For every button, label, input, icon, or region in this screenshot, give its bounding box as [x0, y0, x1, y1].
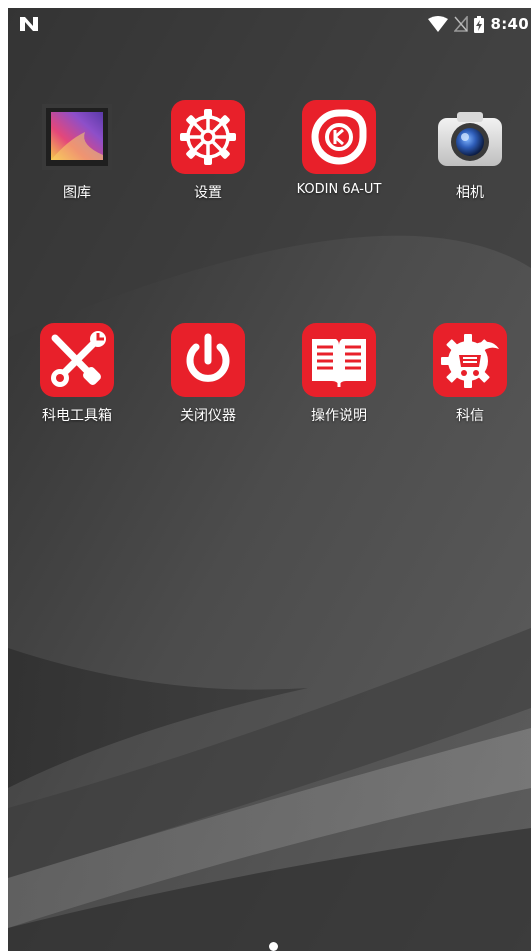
status-clock: 8:40: [490, 15, 529, 33]
toolbox-wrench-screwdriver-icon: [40, 323, 114, 397]
app-label: 设置: [194, 185, 222, 201]
app-label: 图库: [63, 185, 91, 201]
app-gallery[interactable]: 图库: [22, 100, 132, 202]
notification-n-icon: [20, 17, 38, 31]
gallery-icon: [40, 100, 114, 174]
home-screen: 8:40 图库 设置 KODIN 6A-UT 相机 科电工具箱 关闭仪器 操作说…: [8, 8, 531, 951]
app-label: 科信: [456, 408, 484, 424]
status-icons: 8:40: [428, 14, 529, 34]
app-shutdown[interactable]: 关闭仪器: [153, 323, 263, 425]
power-icon: [171, 323, 245, 397]
camera-icon: [433, 100, 507, 174]
app-label: KODIN 6A-UT: [296, 182, 382, 197]
no-sim-icon: [454, 16, 469, 32]
manual-book-icon: [302, 323, 376, 397]
status-bar: 8:40: [8, 8, 531, 42]
app-kodin[interactable]: KODIN 6A-UT: [284, 100, 394, 197]
app-label: 相机: [456, 185, 484, 201]
app-kexin[interactable]: 科信: [415, 323, 525, 425]
settings-gear-icon: [171, 100, 245, 174]
wifi-icon: [428, 16, 449, 32]
app-toolbox[interactable]: 科电工具箱: [22, 323, 132, 425]
app-settings[interactable]: 设置: [153, 100, 263, 202]
page-indicator-dot: [269, 942, 278, 951]
app-manual[interactable]: 操作说明: [284, 323, 394, 425]
app-label: 科电工具箱: [42, 408, 112, 424]
kexin-gear-icon: [433, 323, 507, 397]
app-label: 关闭仪器: [180, 408, 236, 424]
battery-charging-icon: [474, 15, 485, 33]
app-camera[interactable]: 相机: [415, 100, 525, 202]
app-label: 操作说明: [311, 408, 367, 424]
kodin-logo-icon: [302, 100, 376, 174]
